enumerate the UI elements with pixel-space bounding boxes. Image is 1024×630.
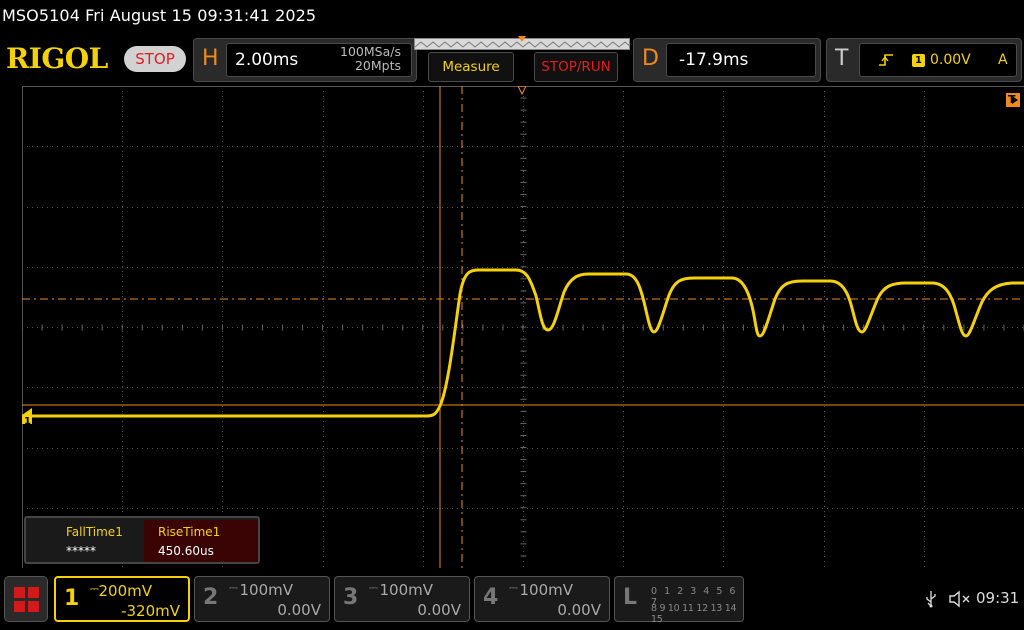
time-scale: 2.00ms bbox=[235, 50, 299, 70]
channel-offset: 0.00V bbox=[557, 601, 601, 619]
rising-edge-icon bbox=[879, 54, 893, 66]
trigger-level: 0.00V bbox=[930, 52, 971, 68]
measurement-value: ***** bbox=[66, 544, 96, 558]
channel-1-marker-label: 1 bbox=[24, 416, 31, 427]
channel-scale: 100mV bbox=[379, 581, 433, 599]
channel-1-box[interactable]: 1 ⎓ 200mV -320mV bbox=[54, 576, 190, 622]
measurement-name: FallTime1 bbox=[66, 525, 123, 539]
top-control-bar: RIGOL STOP H 2.00ms 100MSa/s 20Mpts Meas… bbox=[0, 34, 1024, 86]
measurement-name: RiseTime1 bbox=[158, 525, 221, 539]
device-title: MSO5104 Fri August 15 09:31:41 2025 bbox=[2, 6, 317, 25]
channel-number: 1 bbox=[64, 586, 80, 611]
graticule bbox=[22, 86, 1024, 568]
main-menu-button[interactable] bbox=[4, 576, 48, 622]
channel-number: 2 bbox=[203, 585, 219, 610]
horizontal-panel[interactable]: H 2.00ms 100MSa/s 20Mpts bbox=[193, 38, 417, 82]
delay-letter: D bbox=[642, 46, 659, 71]
logic-letter: L bbox=[623, 585, 638, 610]
delay-value: -17.9ms bbox=[679, 50, 749, 70]
measure-button[interactable]: Measure bbox=[428, 52, 514, 82]
channel-scale: 100mV bbox=[239, 581, 293, 599]
sample-rate: 100MSa/s bbox=[340, 44, 401, 59]
run-state-badge: STOP bbox=[124, 46, 186, 72]
usb-icon[interactable] bbox=[924, 590, 938, 608]
grid-menu-icon bbox=[14, 587, 39, 612]
channel-3-box[interactable]: 3 ⎓ 100mV 0.00V bbox=[334, 576, 470, 622]
trigger-letter: T bbox=[835, 46, 849, 71]
dc-coupling-icon: ⎓ bbox=[509, 581, 518, 594]
channel-number: 4 bbox=[483, 585, 499, 610]
trigger-box[interactable]: 1 0.00V A bbox=[859, 43, 1017, 77]
delay-box[interactable]: -17.9ms bbox=[666, 43, 816, 77]
acquisition-info: 100MSa/s 20Mpts bbox=[340, 45, 401, 73]
channel-bar: 1 ⎓ 200mV -320mV 2 ⎓ 100mV 0.00V 3 ⎓ 100… bbox=[0, 570, 1024, 630]
channel-2-box[interactable]: 2 ⎓ 100mV 0.00V bbox=[194, 576, 330, 622]
trigger-mode: A bbox=[998, 52, 1008, 68]
channel-offset: 0.00V bbox=[277, 601, 321, 619]
mute-icon[interactable] bbox=[948, 590, 972, 608]
stop-run-button[interactable]: STOP/RUN bbox=[534, 52, 618, 82]
horizontal-box[interactable]: 2.00ms 100MSa/s 20Mpts bbox=[226, 43, 412, 77]
dc-coupling-icon: ⎓ bbox=[229, 581, 238, 594]
dc-coupling-icon: ⎓ bbox=[90, 582, 99, 595]
trigger-panel[interactable]: T 1 0.00V A bbox=[826, 38, 1022, 82]
waveform-display[interactable]: 1 T bbox=[22, 86, 1024, 568]
trigger-position-marker bbox=[517, 86, 527, 96]
channel-scale: 200mV bbox=[98, 582, 152, 600]
measurement-item[interactable]: FallTime1 ***** bbox=[28, 520, 142, 562]
measurement-panel[interactable]: FallTime1 ***** RiseTime1 450.60us bbox=[24, 516, 260, 564]
channel-offset: -320mV bbox=[121, 602, 180, 620]
rigol-logo: RIGOL bbox=[6, 42, 108, 75]
memory-depth: 20Mpts bbox=[354, 58, 401, 73]
title-bar: MSO5104 Fri August 15 09:31:41 2025 bbox=[0, 0, 1024, 34]
dc-coupling-icon: ⎓ bbox=[369, 581, 378, 594]
trigger-source-badge: 1 bbox=[912, 54, 925, 67]
system-clock: 09:31 bbox=[976, 589, 1020, 607]
delay-panel[interactable]: D -17.9ms bbox=[633, 38, 821, 82]
horizontal-letter: H bbox=[202, 46, 219, 71]
logic-channels-row-2: 8 9 10 11 12 13 14 15 bbox=[651, 603, 737, 625]
trigger-level-label: T bbox=[1008, 93, 1016, 106]
measurement-value: 450.60us bbox=[158, 544, 214, 558]
logic-analyzer-box[interactable]: L 0 1 2 3 4 5 6 7 8 9 10 11 12 13 14 15 bbox=[614, 576, 744, 625]
channel-number: 3 bbox=[343, 585, 359, 610]
trigger-position-icon bbox=[518, 36, 526, 42]
waveform-grid[interactable] bbox=[22, 86, 1024, 568]
channel-4-box[interactable]: 4 ⎓ 100mV 0.00V bbox=[474, 576, 610, 622]
channel-scale: 100mV bbox=[519, 581, 573, 599]
acquisition-controls: Measure STOP/RUN bbox=[414, 36, 630, 84]
measurement-item[interactable]: RiseTime1 450.60us bbox=[144, 520, 258, 562]
channel-offset: 0.00V bbox=[417, 601, 461, 619]
